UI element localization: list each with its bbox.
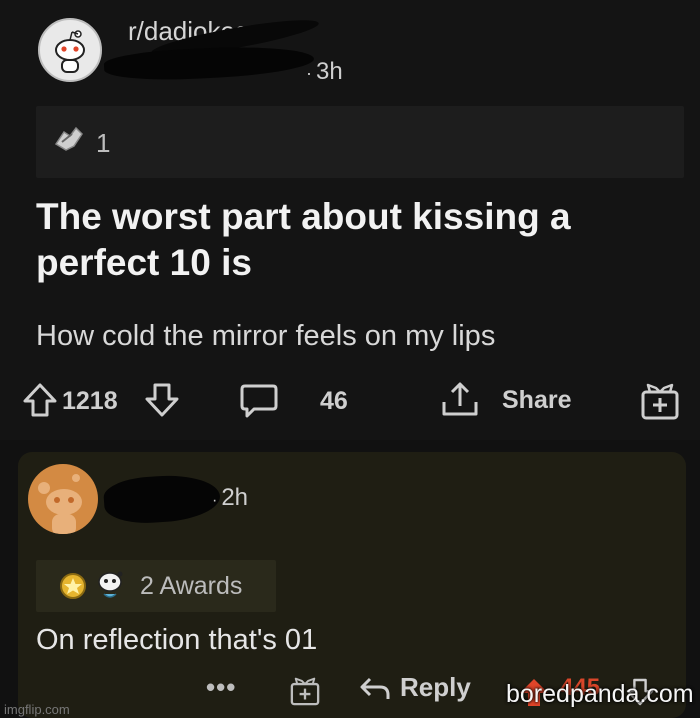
imgflip-watermark: imgflip.com bbox=[4, 702, 70, 717]
post-awards-bar[interactable]: 1 bbox=[36, 106, 684, 178]
comments-button[interactable] bbox=[238, 380, 280, 420]
wholesome-award-icon bbox=[94, 568, 126, 607]
post-title[interactable]: The worst part about kissing a perfect 1… bbox=[36, 194, 676, 286]
comment-body: On reflection that's 01 bbox=[36, 624, 318, 656]
reply-arrow-icon bbox=[360, 677, 390, 699]
upvote-count: 1218 bbox=[62, 387, 118, 415]
downvote-button[interactable] bbox=[142, 380, 182, 420]
comment-count: 46 bbox=[320, 387, 348, 415]
downvote-arrow-icon bbox=[145, 383, 179, 417]
post-award-count: 1 bbox=[96, 128, 111, 158]
upvote-arrow-icon bbox=[23, 383, 57, 417]
helpful-hands-icon bbox=[52, 124, 86, 159]
post-action-bar: 1218 46 Share bbox=[0, 380, 700, 426]
post-body: How cold the mirror feels on my lips bbox=[36, 320, 496, 352]
post-timestamp: · 3h bbox=[306, 58, 343, 85]
comment-give-award-button[interactable] bbox=[288, 674, 322, 713]
comment-awards-bar[interactable]: 2 Awards bbox=[36, 560, 276, 612]
gift-icon bbox=[290, 677, 320, 706]
reply-label: Reply bbox=[400, 672, 471, 702]
snoo-avatar-icon bbox=[38, 474, 82, 534]
boredpanda-watermark: boredpanda.com bbox=[506, 680, 694, 708]
comment-bubble-icon bbox=[240, 384, 278, 418]
share-label: Share bbox=[502, 385, 572, 414]
gift-icon bbox=[641, 383, 679, 420]
give-award-button[interactable] bbox=[638, 380, 682, 422]
upvote-button[interactable] bbox=[20, 380, 60, 420]
subreddit-avatar[interactable] bbox=[38, 18, 102, 82]
commenter-avatar[interactable] bbox=[28, 464, 98, 534]
more-options-button[interactable]: ••• bbox=[206, 672, 236, 703]
reply-button[interactable]: Reply bbox=[358, 672, 471, 703]
share-button[interactable]: Share bbox=[438, 380, 571, 420]
snoo-icon bbox=[55, 30, 85, 73]
gold-award-icon bbox=[58, 570, 88, 605]
comment-timestamp: · 2h bbox=[212, 484, 249, 511]
share-icon bbox=[442, 382, 478, 416]
awards-count-label: 2 Awards bbox=[140, 572, 243, 600]
